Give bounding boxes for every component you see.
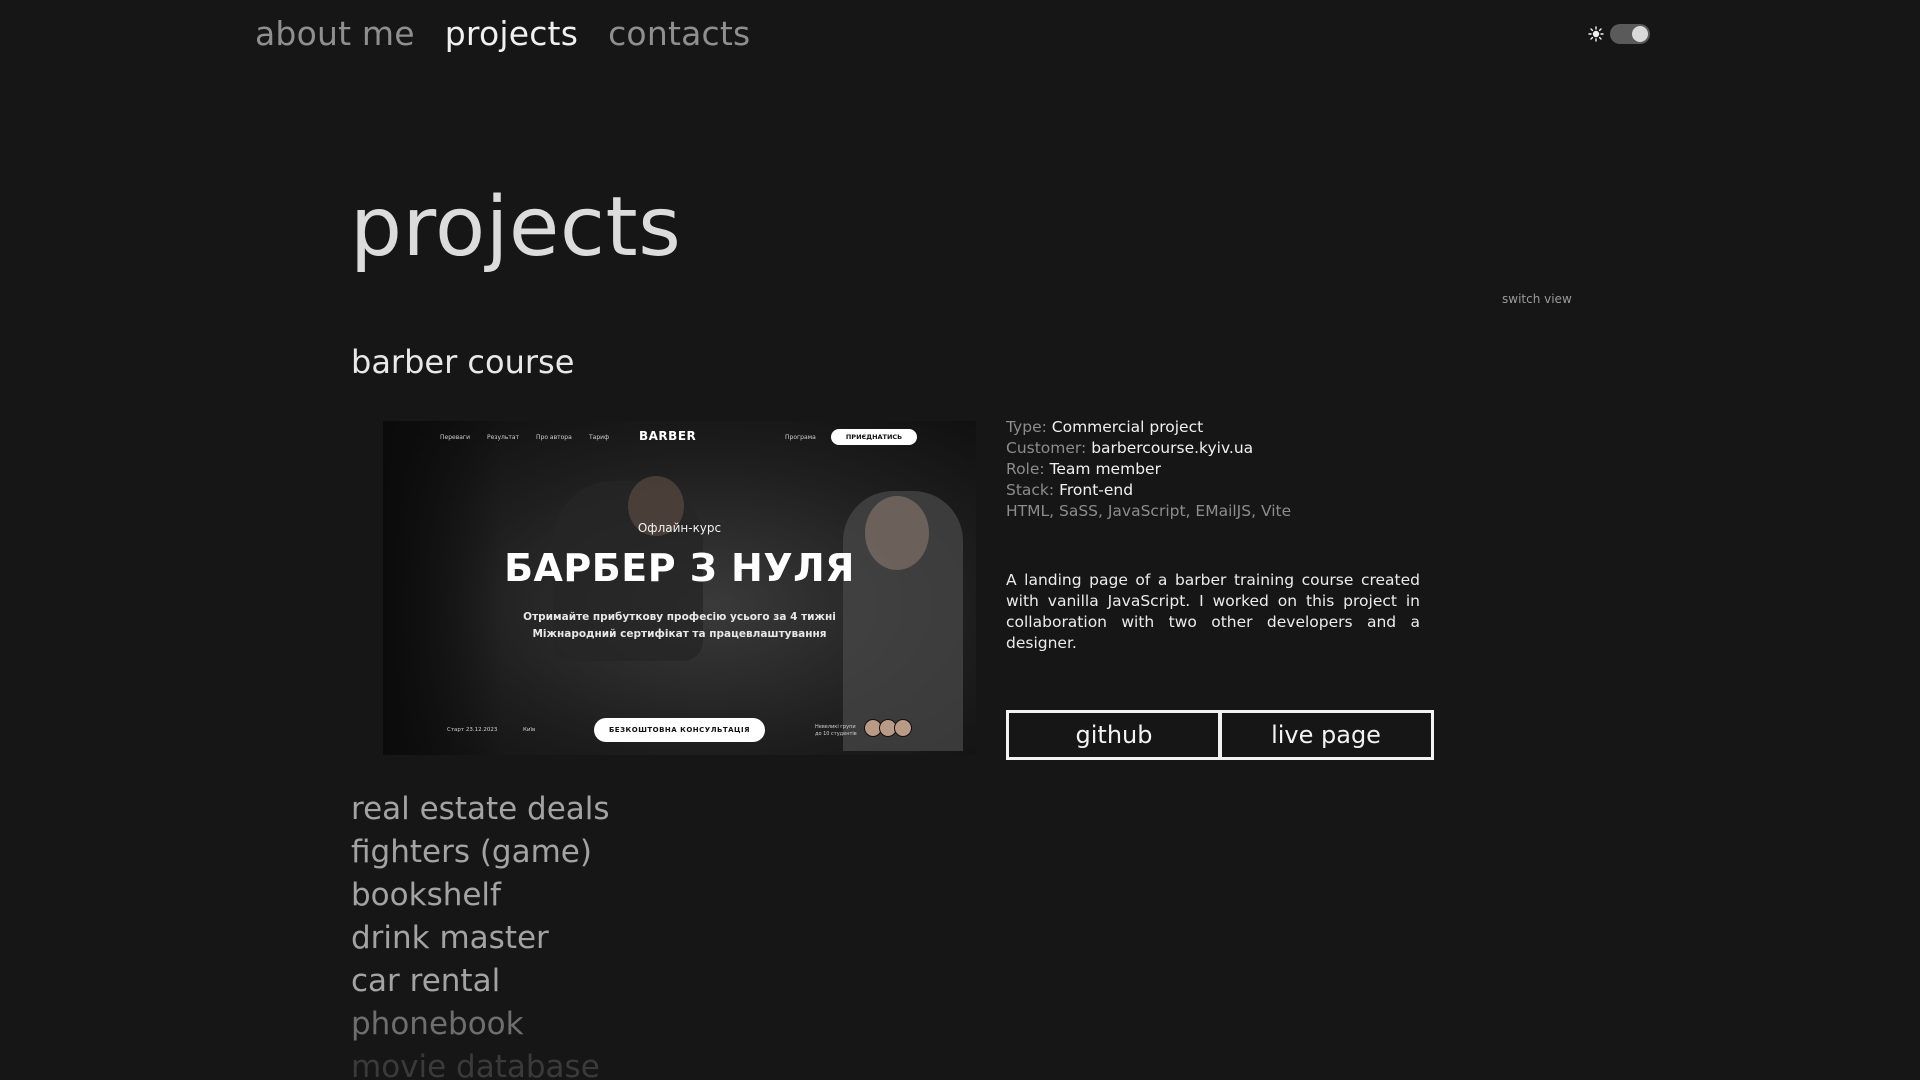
sun-icon	[1588, 26, 1604, 42]
project-list-item[interactable]: movie database	[351, 1046, 610, 1080]
preview-nav-link: Переваги	[440, 434, 470, 441]
theme-toggle[interactable]	[1588, 24, 1650, 44]
page-title: projects	[350, 180, 682, 275]
nav-contacts[interactable]: contacts	[608, 14, 750, 53]
project-list-item[interactable]: bookshelf	[351, 874, 610, 917]
nav-projects[interactable]: projects	[445, 14, 578, 53]
preview-group-line: Невеликі групи	[815, 724, 856, 730]
preview-group-line: до 10 студентів	[815, 731, 857, 737]
live-page-button[interactable]: live page	[1218, 710, 1434, 760]
project-list-item[interactable]: car rental	[351, 960, 610, 1003]
switch-knob	[1632, 26, 1648, 42]
detail-label: Type:	[1006, 418, 1047, 436]
preview-subtitle: Отримайте прибуткову професію усього за …	[383, 609, 976, 643]
github-button[interactable]: github	[1006, 710, 1222, 760]
detail-type: Type: Commercial project	[1006, 417, 1291, 438]
preview-nav-link: Результат	[487, 434, 520, 441]
preview-start-date: Старт 23.12.2023	[447, 727, 498, 733]
project-title: barber course	[351, 343, 575, 381]
detail-role: Role: Team member	[1006, 459, 1291, 480]
project-list-item[interactable]: phonebook	[351, 1003, 610, 1046]
preview-group-note: Невеликі групи до 10 студентів	[815, 724, 857, 738]
project-list-item[interactable]: drink master	[351, 917, 610, 960]
app-root: about me projects contacts projects swit…	[0, 0, 1920, 1080]
detail-label: Stack:	[1006, 481, 1055, 499]
preview-cta-button: БЕЗКОШТОВНА КОНСУЛЬТАЦІЯ	[594, 718, 765, 742]
project-description: A landing page of a barber training cour…	[1006, 571, 1420, 652]
preview-brand-logo: BARBER	[639, 429, 697, 443]
project-list-item[interactable]: real estate deals	[351, 788, 610, 831]
preview-subtitle-line: Міжнародний сертифікат та працевлаштуван…	[532, 628, 827, 640]
detail-customer: Customer: barbercourse.kyiv.ua	[1006, 438, 1291, 459]
preview-city: Київ	[523, 727, 536, 733]
preview-kicker: Офлайн-курс	[637, 521, 722, 535]
detail-value: barbercourse.kyiv.ua	[1091, 439, 1254, 457]
theme-switch[interactable]	[1610, 24, 1650, 44]
preview-nav-link: Тариф	[589, 434, 610, 441]
project-list: real estate deals fighters (game) booksh…	[351, 788, 610, 1080]
detail-label: Customer:	[1006, 439, 1087, 457]
project-details: Type: Commercial project Customer: barbe…	[1006, 417, 1291, 522]
preview-join-button: ПРИЄДНАТИСЬ	[831, 429, 917, 445]
preview-subtitle-line: Отримайте прибуткову професію усього за …	[523, 611, 836, 623]
preview-nav-link: Програма	[785, 434, 816, 441]
detail-stack: Stack: Front-end	[1006, 480, 1291, 501]
detail-value: Commercial project	[1051, 418, 1204, 436]
switch-view-button[interactable]: switch view	[1502, 292, 1572, 306]
project-list-item[interactable]: fighters (game)	[351, 831, 610, 874]
preview-nav-link: Про автора	[536, 434, 572, 441]
preview-avatars	[864, 719, 912, 737]
project-preview-image[interactable]: Переваги Результат Про автора Тариф Прог…	[383, 421, 976, 755]
detail-value: Front-end	[1059, 481, 1134, 499]
avatar	[894, 719, 912, 737]
main-nav: about me projects contacts	[255, 14, 750, 53]
detail-label: Role:	[1006, 460, 1045, 478]
detail-value: Team member	[1049, 460, 1161, 478]
detail-technologies: HTML, SaSS, JavaScript, EMailJS, Vite	[1006, 502, 1292, 520]
nav-about-me[interactable]: about me	[255, 14, 415, 53]
preview-headline: БАРБЕР З НУЛЯ	[504, 546, 855, 590]
